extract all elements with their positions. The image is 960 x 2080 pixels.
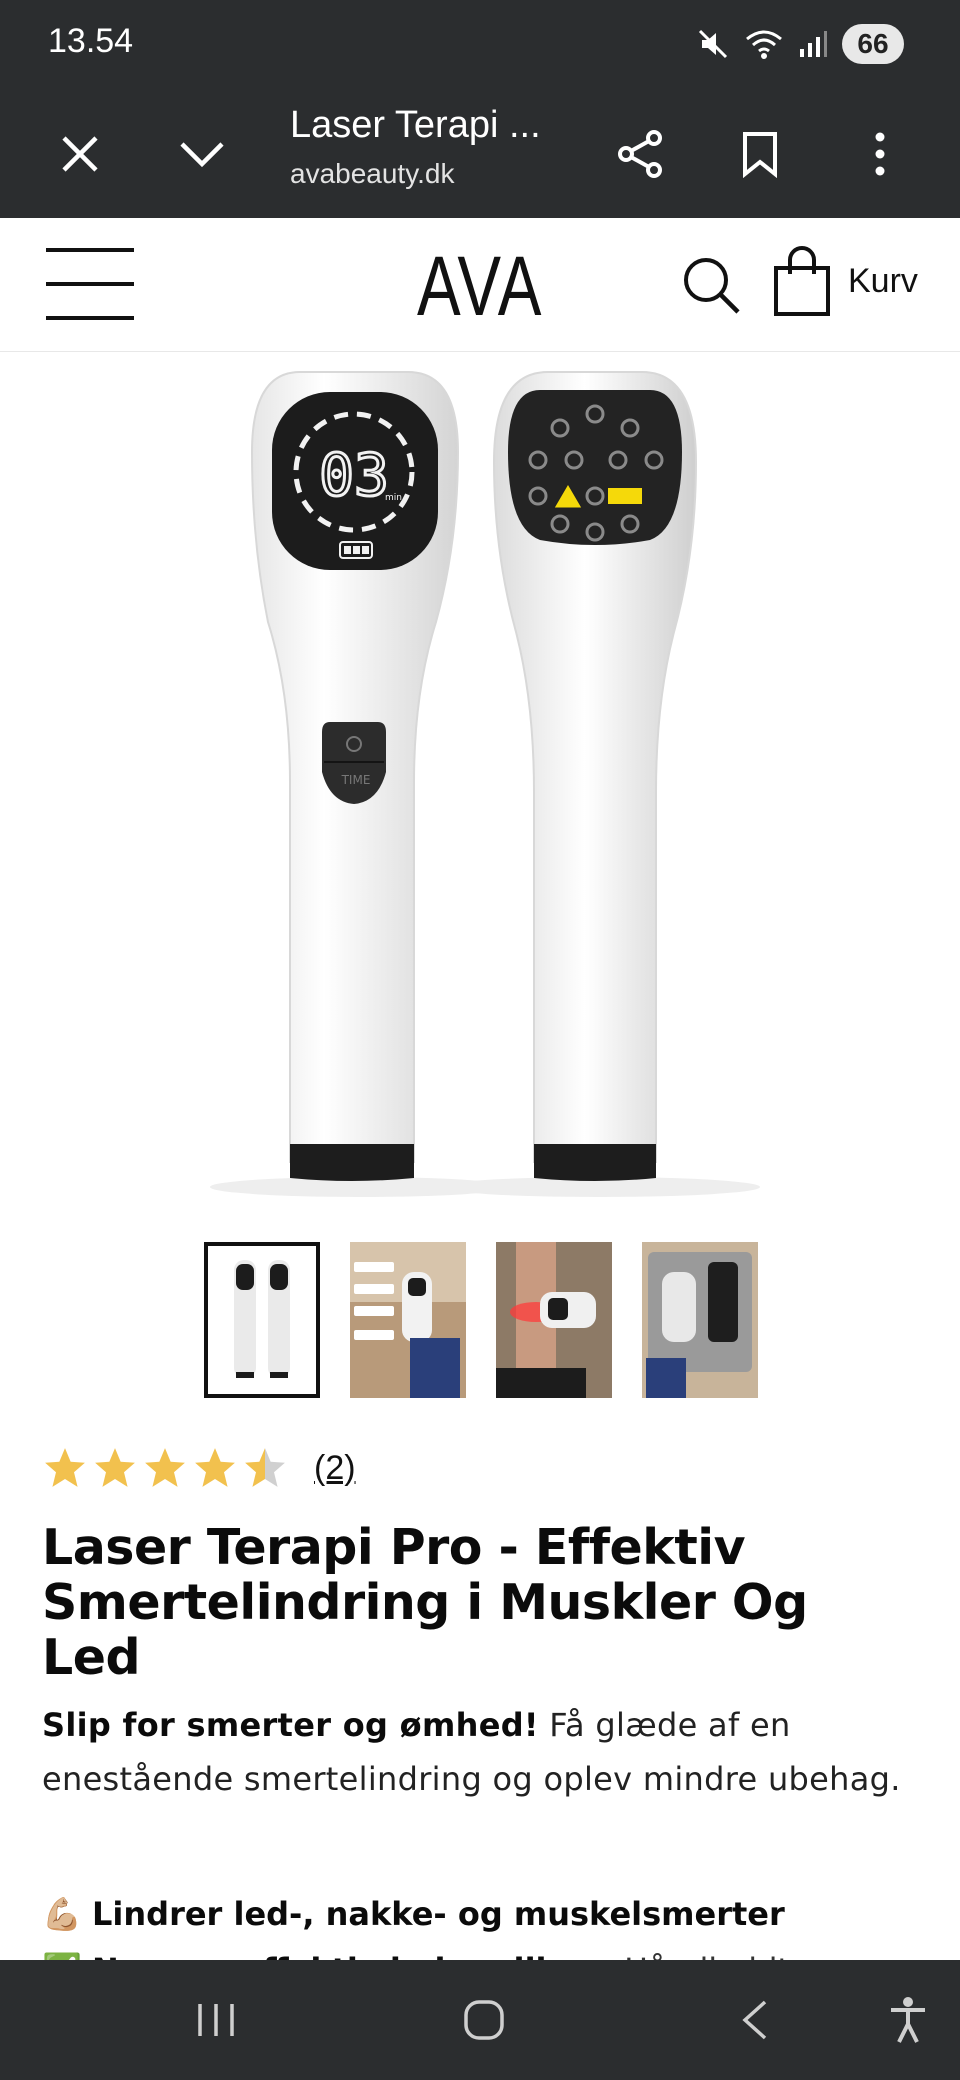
status-bar: 13.54 66 [0,0,960,88]
close-tab-button[interactable] [44,118,116,190]
cart-label[interactable]: Kurv [848,262,918,301]
page-title[interactable]: Laser Terapi ... [290,104,560,147]
product-description: Slip for smerter og ømhed! Få glæde af e… [42,1698,922,1806]
star-icon [245,1448,285,1487]
back-button[interactable] [724,1990,784,2050]
check-mark-icon: ✅ [42,1951,82,1960]
device-timer-unit: min [385,493,402,503]
benefit-item: ✅ Nem og effektiv behandling - Håndholdt [42,1942,922,1960]
share-button[interactable] [604,118,676,190]
minimize-tab-button[interactable] [166,118,238,190]
benefit-text: Nem og effektiv behandling [92,1951,592,1960]
thumbnail-product-front-back[interactable] [204,1242,320,1398]
more-options-button[interactable] [844,118,916,190]
site-header: AVA Kurv [0,218,960,352]
chevron-down-icon [180,142,224,168]
bookmark-button[interactable] [724,118,796,190]
back-icon [742,2000,767,2040]
thumbnail-leg-treatment[interactable] [496,1242,612,1398]
status-icons: 66 [696,22,904,66]
product-rating[interactable]: (2) [42,1446,356,1490]
accessibility-button[interactable] [878,1990,938,2050]
system-navigation-bar [0,1960,960,2080]
device-timer-display: 03 [319,441,389,509]
rating-stars [42,1446,288,1490]
product-title: Laser Terapi Pro - Effektiv Smertelindri… [42,1519,808,1686]
share-icon [618,130,662,178]
thumbnail-case-contents[interactable] [642,1242,758,1398]
star-icon [195,1448,235,1487]
wifi-icon [746,30,782,59]
battery-icon: 66 [842,24,904,64]
browser-toolbar: Laser Terapi ... avabeauty.dk [0,88,960,218]
star-icon [95,1448,135,1487]
thumbnail-strip [204,1242,758,1398]
description-highlight: Slip for smerter og ømhed! [42,1706,539,1744]
device-time-label: TIME [341,773,371,787]
recents-button[interactable] [186,1990,246,2050]
home-button[interactable] [454,1990,514,2050]
star-icon [145,1448,185,1487]
flexed-arm-icon: 💪🏼 [42,1895,82,1933]
bookmark-icon [743,132,777,178]
product-illustration: 03 min TIME [210,371,760,1197]
home-icon [464,2000,504,2040]
cart-bag-icon[interactable] [772,246,832,318]
benefit-list: 💪🏼 Lindrer led-, nakke- og muskelsmerter… [42,1886,922,1960]
star-icon [45,1448,85,1487]
status-time: 13.54 [48,22,134,60]
product-main-image[interactable]: 03 min TIME [0,352,960,1212]
mute-icon [698,29,728,59]
page-url[interactable]: avabeauty.dk [290,158,455,190]
recents-icon [198,2004,234,2036]
close-icon [62,136,98,172]
search-icon[interactable] [680,254,744,318]
benefit-item: 💪🏼 Lindrer led-, nakke- og muskelsmerter [42,1886,922,1942]
benefit-text: Lindrer led-, nakke- og muskelsmerter [92,1895,785,1933]
signal-icon [800,31,827,57]
benefit-subtext: - Håndholdt [592,1951,790,1960]
accessibility-icon [891,1997,925,2043]
review-count-link[interactable]: (2) [314,1449,356,1488]
thumbnail-benefits-infographic[interactable] [350,1242,466,1398]
more-vertical-icon [875,132,885,176]
